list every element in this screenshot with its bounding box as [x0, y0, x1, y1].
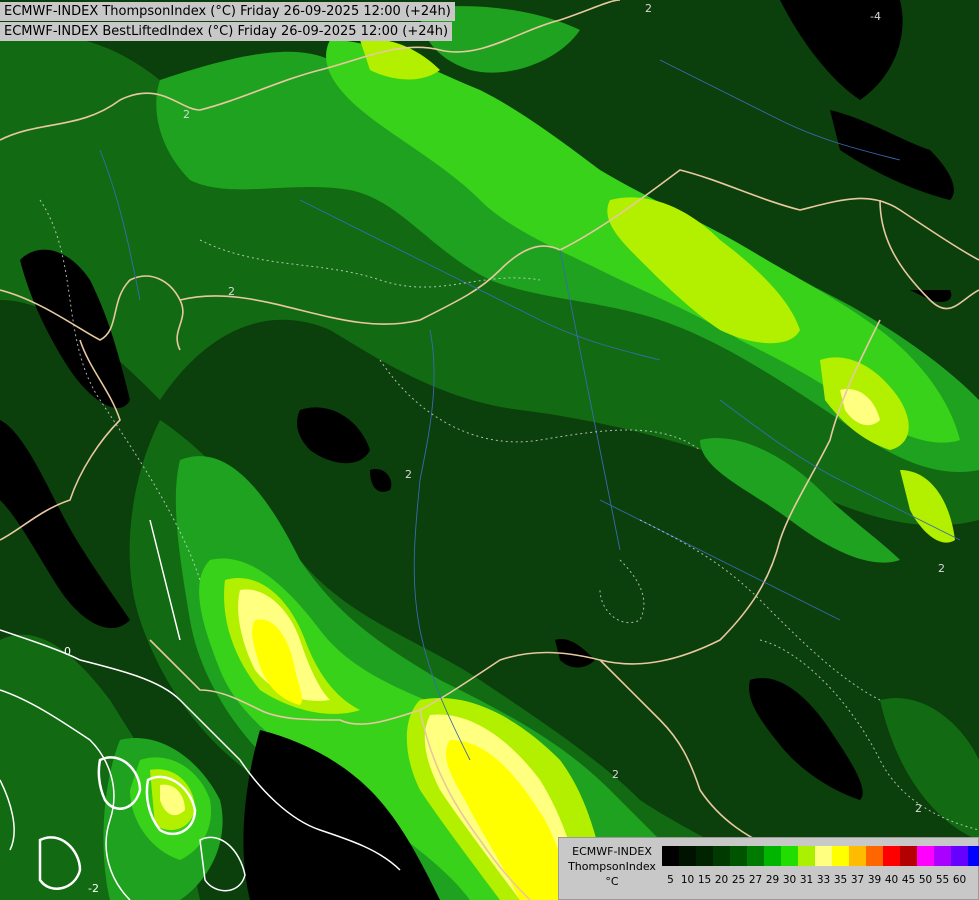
- legend-swatch: [815, 846, 832, 866]
- legend-swatch: [866, 846, 883, 866]
- legend-swatches: [662, 846, 979, 866]
- contour-label: 2: [645, 2, 652, 15]
- legend-swatch: [934, 846, 951, 866]
- legend-tick-labels: 5 10 15 20 25 27 29 30 31 33 35 37 39 40 45 50 55 60: [662, 874, 979, 886]
- legend-tick-label: 45: [901, 874, 916, 886]
- legend-tick-label: 35: [833, 874, 848, 886]
- legend-swatch: [900, 846, 917, 866]
- contour-label: -4: [870, 10, 881, 23]
- contour-label: 2: [228, 285, 235, 298]
- legend-swatch: [849, 846, 866, 866]
- legend-tick-label: 29: [765, 874, 780, 886]
- legend-tick-label: 39: [867, 874, 882, 886]
- legend-tick-label: 25: [731, 874, 746, 886]
- legend-swatch: [917, 846, 934, 866]
- legend-swatch: [781, 846, 798, 866]
- legend-swatch: [662, 846, 679, 866]
- legend-swatch: [730, 846, 747, 866]
- legend-tick-label: 10: [680, 874, 695, 886]
- legend-swatch: [832, 846, 849, 866]
- legend-tick-label: 30: [782, 874, 797, 886]
- weather-map: 2 2 2 2 2 2 2 -4 0 -2: [0, 0, 979, 900]
- legend-tick-label: 31: [799, 874, 814, 886]
- map-title-thompson-index: ECMWF-INDEX ThompsonIndex (°C) Friday 26…: [0, 2, 455, 21]
- legend-tick-label: 50: [918, 874, 933, 886]
- legend-tick-label: 20: [714, 874, 729, 886]
- contour-label: 2: [405, 468, 412, 481]
- legend-tick-label: [968, 874, 979, 886]
- legend-tick-label: 60: [952, 874, 967, 886]
- legend-variable: ThompsonIndex: [568, 860, 656, 873]
- map-title-best-lifted-index: ECMWF-INDEX BestLiftedIndex (°C) Friday …: [0, 22, 453, 41]
- legend-tick-label: 15: [697, 874, 712, 886]
- legend-swatch: [968, 846, 979, 866]
- contour-label: -2: [88, 882, 99, 895]
- legend-tick-label: 55: [935, 874, 950, 886]
- legend-swatch: [798, 846, 815, 866]
- legend-tick-label: 37: [850, 874, 865, 886]
- legend-swatch: [713, 846, 730, 866]
- legend-swatch: [747, 846, 764, 866]
- legend-tick-label: 33: [816, 874, 831, 886]
- color-legend: ECMWF-INDEX ThompsonIndex °C 5 10 15 20 25 27…: [558, 837, 979, 900]
- legend-swatch: [679, 846, 696, 866]
- legend-tick-label: 5: [667, 874, 674, 886]
- legend-tick-label: 40: [884, 874, 899, 886]
- legend-model: ECMWF-INDEX: [572, 845, 652, 858]
- legend-swatch: [764, 846, 781, 866]
- legend-swatch: [951, 846, 968, 866]
- contour-label: 2: [938, 562, 945, 575]
- contour-label: 2: [915, 802, 922, 815]
- legend-tick-label: 27: [748, 874, 763, 886]
- legend-unit: °C: [605, 875, 619, 888]
- legend-swatch: [696, 846, 713, 866]
- contour-label: 2: [183, 108, 190, 121]
- contour-label: 2: [612, 768, 619, 781]
- contour-label: 0: [64, 645, 71, 658]
- legend-title: ECMWF-INDEX ThompsonIndex °C: [563, 844, 661, 889]
- legend-swatch: [883, 846, 900, 866]
